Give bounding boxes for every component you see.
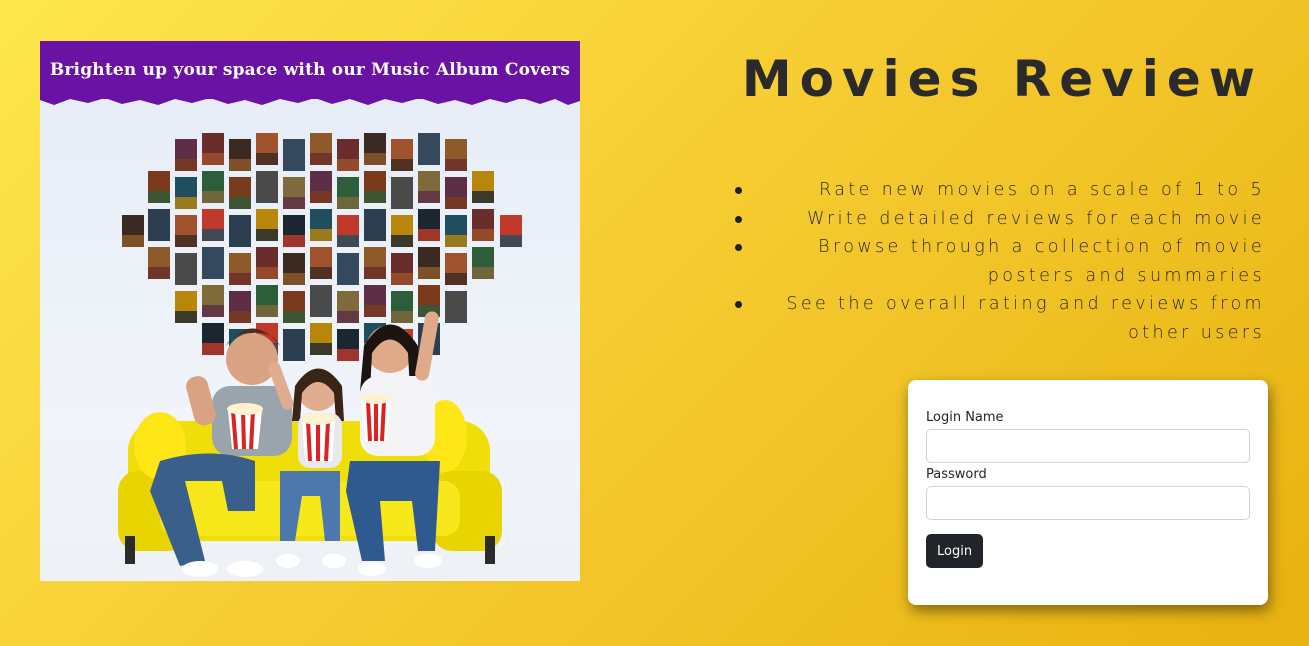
feature-item: Browse through a collection of movie pos…	[735, 233, 1265, 290]
password-input[interactable]	[926, 486, 1250, 520]
bullet-icon	[735, 215, 742, 223]
feature-text: Browse through a collection of movie pos…	[818, 237, 1265, 286]
family-on-sofa-illustration	[40, 41, 580, 581]
bullet-icon	[735, 187, 742, 194]
login-name-label: Login Name	[926, 410, 1004, 425]
feature-list: Rate new movies on a scale of 1 to 5 Wri…	[735, 176, 1265, 347]
login-form: Login Name Password Login	[908, 380, 1268, 605]
promo-image: Brighten up your space with our Music Al…	[40, 41, 580, 581]
banner-torn-edge	[40, 93, 580, 105]
login-name-input[interactable]	[926, 429, 1250, 463]
promo-banner: Brighten up your space with our Music Al…	[40, 41, 580, 99]
feature-text: Write detailed reviews for each movie	[807, 208, 1265, 229]
bullet-icon	[735, 244, 742, 251]
password-label: Password	[926, 467, 987, 482]
feature-text: Rate new movies on a scale of 1 to 5	[819, 180, 1265, 200]
feature-item: Write detailed reviews for each movie	[735, 205, 1265, 234]
bullet-icon	[735, 301, 742, 308]
feature-text: See the overall rating and reviews from …	[786, 294, 1265, 343]
feature-item: Rate new movies on a scale of 1 to 5	[735, 176, 1265, 205]
feature-item: See the overall rating and reviews from …	[735, 290, 1265, 347]
login-button[interactable]: Login	[926, 534, 984, 568]
page-title: Movies Review	[741, 50, 1263, 108]
